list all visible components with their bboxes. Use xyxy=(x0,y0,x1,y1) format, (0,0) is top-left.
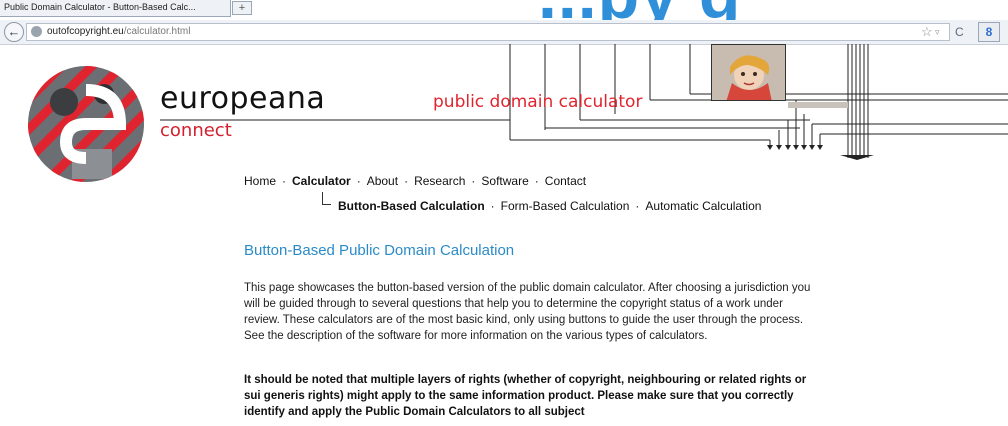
notice-paragraph: It should be noted that multiple layers … xyxy=(244,374,807,418)
nav-separator: · xyxy=(404,174,409,188)
nav-item-home[interactable]: Home xyxy=(244,174,276,188)
browser-tab[interactable]: Public Domain Calculator - Button-Based … xyxy=(0,0,231,17)
search-engine-button[interactable]: 8 xyxy=(978,22,1000,42)
url-host: outofcopyright.eu xyxy=(47,26,124,37)
nav-separator: · xyxy=(471,174,476,188)
vintage-portrait-image xyxy=(711,44,786,101)
primary-nav: Home · Calculator · About · Research · Software ·… xyxy=(244,173,586,189)
banner-title: public domain calculator xyxy=(433,92,643,112)
nav-item-calculator[interactable]: Calculator xyxy=(292,174,351,188)
subnav-item-automatic-calculation[interactable]: Automatic Calculation xyxy=(645,199,761,213)
nav-separator: · xyxy=(356,174,361,188)
nav-separator: · xyxy=(490,199,495,213)
back-button[interactable]: ← xyxy=(4,22,24,42)
url-path: /calculator.html xyxy=(123,26,191,37)
address-text[interactable]: outofcopyright.eu/calculator.html xyxy=(47,24,190,40)
brand-subname: connect xyxy=(160,120,232,141)
globe-icon xyxy=(31,26,42,37)
bookmark-star-icon[interactable]: ☆ xyxy=(921,24,933,40)
secondary-nav: Button-Based Calculation · Form-Based Calc… xyxy=(338,198,761,214)
brand-name: europeana xyxy=(160,81,326,116)
europeana-logo-icon[interactable] xyxy=(24,54,164,194)
nav-separator: · xyxy=(282,174,287,188)
subnav-connector xyxy=(322,192,331,205)
nav-item-about[interactable]: About xyxy=(367,174,398,188)
new-tab-button[interactable]: + xyxy=(232,1,252,15)
nav-item-contact[interactable]: Contact xyxy=(545,174,586,188)
nav-item-research[interactable]: Research xyxy=(414,174,465,188)
portrait-illustration xyxy=(712,45,785,100)
reload-icon[interactable]: C xyxy=(955,23,964,41)
nav-separator: · xyxy=(635,199,640,213)
page-heading: Button-Based Public Domain Calculation xyxy=(244,242,515,259)
subnav-item-button-based-calculation[interactable]: Button-Based Calculation xyxy=(338,199,485,213)
intro-paragraph: This page showcases the button-based ver… xyxy=(244,282,811,342)
nav-separator: · xyxy=(534,174,539,188)
nav-item-software[interactable]: Software xyxy=(481,174,528,188)
subnav-item-form-based-calculation[interactable]: Form-Based Calculation xyxy=(501,199,630,213)
history-dropdown-icon[interactable]: ▿ xyxy=(935,24,940,40)
